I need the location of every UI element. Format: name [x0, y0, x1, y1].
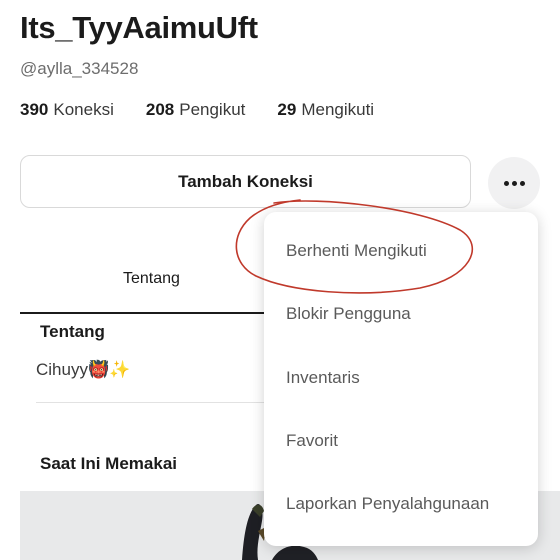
add-connection-button[interactable]: Tambah Koneksi — [20, 155, 471, 208]
tab-about[interactable]: Tentang — [123, 270, 180, 288]
stat-connections-value: 390 — [20, 100, 49, 119]
currently-wearing-heading: Saat Ini Memakai — [40, 454, 178, 473]
stat-connections-label: Koneksi — [53, 100, 114, 119]
section-divider — [36, 402, 276, 403]
stat-followers-value: 208 — [145, 100, 175, 119]
tab-about-indicator — [20, 312, 290, 314]
menu-item-block-user[interactable]: Blokir Pengguna — [286, 304, 411, 324]
about-text: Cihuyy👹✨ — [36, 360, 131, 379]
profile-display-name: Its_TyyAaimuUft — [20, 10, 258, 45]
stat-followers-label: Pengikut — [179, 100, 246, 119]
menu-item-report-abuse[interactable]: Laporkan Penyalahgunaan — [286, 494, 489, 514]
profile-stats: 390 Koneksi 208 Pengikut 29 Mengikuti — [20, 100, 374, 120]
options-menu: Berhenti Mengikuti Blokir Pengguna Inven… — [264, 212, 538, 546]
menu-item-favorites[interactable]: Favorit — [286, 431, 338, 451]
stat-following[interactable]: 29 Mengikuti — [277, 100, 374, 120]
about-heading: Tentang — [40, 322, 105, 341]
stat-connections[interactable]: 390 Koneksi — [20, 100, 114, 120]
stat-followers[interactable]: 208 Pengikut — [146, 100, 246, 120]
stat-following-label: Mengikuti — [301, 100, 375, 119]
more-options-button[interactable] — [488, 157, 540, 209]
menu-item-unfollow[interactable]: Berhenti Mengikuti — [286, 241, 427, 261]
profile-username: @aylla_334528 — [20, 59, 139, 78]
menu-item-inventory[interactable]: Inventaris — [286, 368, 360, 388]
more-horizontal-icon — [503, 180, 525, 186]
stat-following-value: 29 — [277, 100, 297, 119]
